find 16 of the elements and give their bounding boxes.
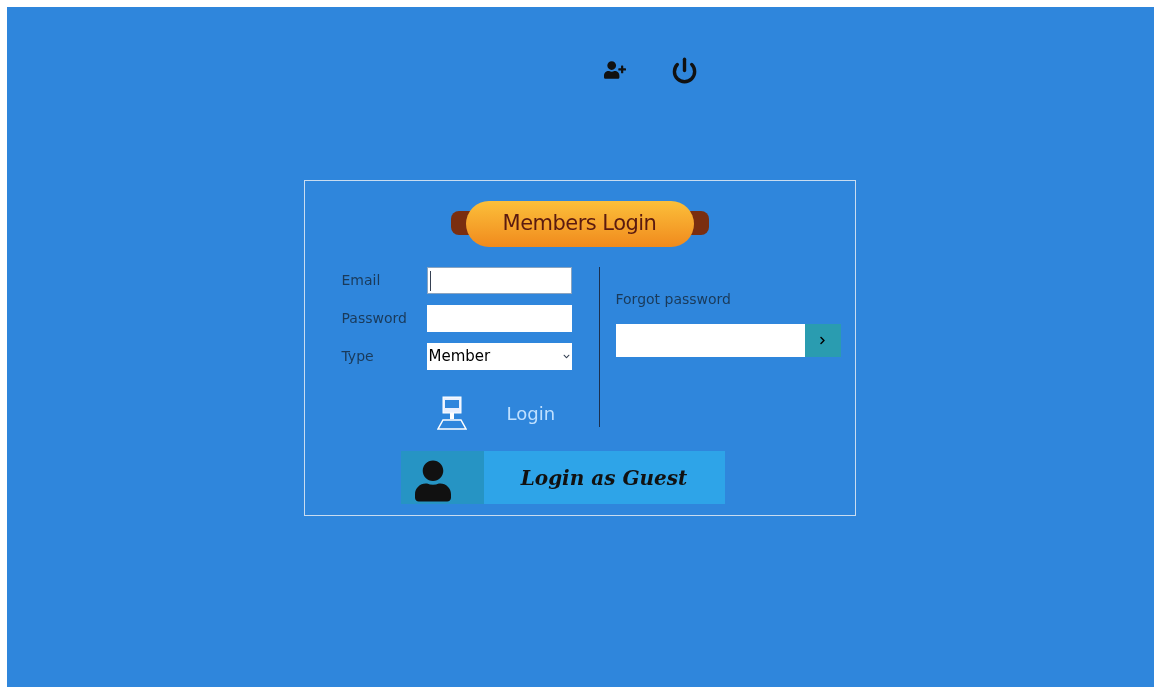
members-login-banner: Members Login: [450, 201, 709, 247]
chevron-right-icon: [818, 336, 827, 345]
field-label: Type: [341, 347, 375, 366]
type-dropdown[interactable]: Member: [426, 343, 572, 370]
forgot-password-label: Forgot password: [615, 290, 732, 309]
field-label: Password: [341, 309, 408, 328]
input-field[interactable]: [426, 267, 572, 294]
power-icon[interactable]: [670, 56, 698, 84]
add-user-icon[interactable]: [603, 59, 626, 81]
field-label: Email: [341, 271, 382, 290]
chevron-down-icon: [562, 353, 570, 360]
person-icon: [414, 458, 451, 504]
email-input-field[interactable]: [615, 324, 805, 357]
submit-button[interactable]: [804, 324, 841, 357]
computer-icon: [436, 396, 467, 430]
guest-login-button[interactable]: Login as Guest: [400, 451, 725, 504]
